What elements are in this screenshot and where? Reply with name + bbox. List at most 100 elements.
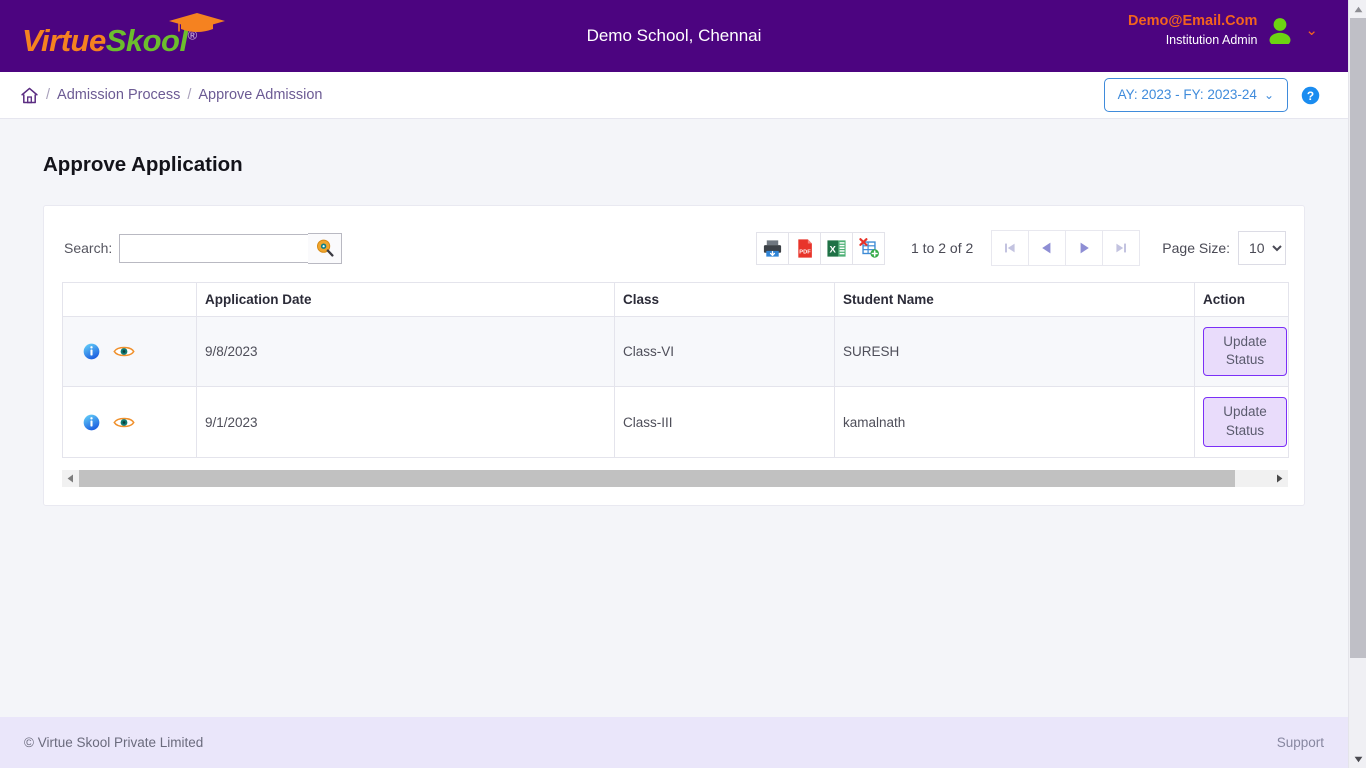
cell-application-date: 9/8/2023	[196, 315, 615, 388]
update-status-button[interactable]: Update Status	[1203, 397, 1287, 447]
previous-page-button[interactable]	[1028, 230, 1067, 266]
previous-page-icon	[1042, 242, 1051, 254]
next-page-icon	[1080, 242, 1090, 254]
logo-text-virtue: Virtue	[22, 23, 106, 58]
table-row: 9/1/2023 Class-III kamalnath Update Stat…	[62, 386, 1289, 458]
table-header-row: Application Date Class Student Name Acti…	[62, 282, 1289, 317]
export-excel-button[interactable]: X	[820, 231, 853, 265]
breadcrumb-item-admission-process[interactable]: Admission Process	[57, 87, 180, 103]
copyright-text: © Virtue Skool Private Limited	[24, 735, 204, 750]
scroll-down-button[interactable]	[1349, 750, 1366, 768]
cell-action: Update Status	[1194, 386, 1289, 458]
column-header-action[interactable]: Action	[1194, 282, 1289, 317]
support-link[interactable]: Support	[1277, 735, 1324, 750]
user-avatar-icon	[1269, 18, 1291, 45]
main-content: Approve Application Search: PDF X 1 to 2…	[0, 119, 1348, 717]
chevron-down-icon[interactable]: ⌄	[1305, 23, 1318, 38]
first-page-button[interactable]	[991, 230, 1030, 266]
printer-icon	[763, 239, 782, 257]
column-header-icons[interactable]	[62, 282, 197, 317]
grid-toolbar-right: PDF X 1 to 2 of 2 Page Size: 10	[756, 230, 1286, 266]
svg-text:?: ?	[1307, 88, 1314, 102]
search-magnifier-icon	[316, 239, 334, 257]
export-pdf-button[interactable]: PDF	[788, 231, 821, 265]
cell-class: Class-VI	[614, 315, 835, 388]
app-page: VirtueSkool® Demo School, Chennai Demo@E…	[0, 0, 1348, 768]
svg-text:X: X	[830, 244, 837, 255]
horizontal-scroll-track[interactable]	[79, 469, 1271, 487]
breadcrumb-actions: AY: 2023 - FY: 2023-24 ⌄ ?	[1103, 78, 1320, 112]
info-icon[interactable]	[83, 343, 100, 360]
browser-vertical-scrollbar[interactable]	[1348, 0, 1366, 768]
scroll-right-button[interactable]	[1271, 469, 1288, 487]
app-header: VirtueSkool® Demo School, Chennai Demo@E…	[0, 0, 1348, 72]
xml-add-icon	[858, 238, 879, 258]
update-status-button[interactable]: Update Status	[1203, 327, 1287, 377]
breadcrumb-bar: / Admission Process / Approve Admission …	[0, 72, 1348, 119]
user-email: Demo@Email.Com	[1128, 13, 1258, 29]
pagination	[991, 230, 1141, 266]
row-icons	[71, 414, 188, 431]
first-page-icon	[1005, 243, 1015, 253]
column-header-application-date[interactable]: Application Date	[196, 282, 615, 317]
search-group: Search:	[64, 232, 343, 264]
graduation-cap-icon	[169, 13, 225, 32]
app-footer: © Virtue Skool Private Limited Support	[0, 717, 1348, 768]
svg-text:PDF: PDF	[799, 249, 811, 255]
search-input[interactable]	[119, 233, 310, 263]
eye-view-icon[interactable]	[113, 415, 135, 430]
table-horizontal-scrollbar[interactable]	[62, 469, 1288, 487]
breadcrumb-separator-1: /	[46, 87, 51, 103]
info-icon[interactable]	[83, 414, 100, 431]
search-button[interactable]	[308, 232, 343, 264]
breadcrumb-separator-2: /	[187, 87, 192, 103]
excel-icon: X	[827, 239, 846, 257]
scroll-up-icon	[1354, 6, 1362, 12]
cell-action: Update Status	[1194, 315, 1289, 388]
record-count: 1 to 2 of 2	[911, 240, 974, 256]
academic-year-label: AY: 2023 - FY: 2023-24	[1117, 87, 1257, 102]
row-icons	[71, 343, 188, 360]
print-button[interactable]	[756, 231, 789, 265]
next-page-button[interactable]	[1065, 230, 1104, 266]
app-logo[interactable]: VirtueSkool®	[22, 10, 262, 62]
grid-toolbar: Search: PDF X 1 to 2 of 2 Page Size: 10	[62, 228, 1286, 268]
cell-student-name: SURESH	[834, 315, 1195, 388]
cell-application-date: 9/1/2023	[196, 386, 615, 458]
export-xml-button[interactable]	[852, 231, 885, 265]
search-label: Search:	[64, 240, 113, 256]
row-icons-cell	[62, 315, 197, 388]
column-header-class[interactable]: Class	[614, 282, 835, 317]
pdf-icon: PDF	[797, 238, 812, 258]
horizontal-scroll-thumb[interactable]	[79, 469, 1236, 487]
scroll-down-icon	[1354, 756, 1362, 762]
academic-year-selector[interactable]: AY: 2023 - FY: 2023-24 ⌄	[1103, 78, 1288, 112]
browser-viewport: VirtueSkool® Demo School, Chennai Demo@E…	[0, 0, 1366, 768]
last-page-button[interactable]	[1102, 230, 1141, 266]
help-circle-icon[interactable]: ?	[1301, 86, 1320, 105]
user-info: Demo@Email.Com Institution Admin	[1128, 12, 1257, 48]
vertical-scroll-thumb[interactable]	[1350, 18, 1366, 658]
eye-view-icon[interactable]	[113, 344, 135, 359]
scroll-right-icon	[1277, 474, 1283, 483]
export-buttons: PDF X	[756, 231, 885, 265]
scroll-up-button[interactable]	[1349, 0, 1366, 18]
user-menu[interactable]: Demo@Email.Com Institution Admin ⌄	[1128, 12, 1318, 48]
scroll-left-button[interactable]	[62, 469, 79, 487]
scroll-left-icon	[67, 474, 73, 483]
cell-class: Class-III	[614, 386, 835, 458]
approve-application-card: Search: PDF X 1 to 2 of 2 Page Size: 10 …	[43, 205, 1305, 506]
row-icons-cell	[62, 386, 197, 458]
approve-application-table: Application Date Class Student Name Acti…	[62, 282, 1289, 458]
last-page-icon	[1116, 243, 1127, 253]
breadcrumb-item-approve-admission[interactable]: Approve Admission	[198, 87, 322, 103]
page-size-label: Page Size:	[1162, 240, 1230, 256]
home-icon[interactable]	[20, 86, 39, 105]
cell-student-name: kamalnath	[834, 386, 1195, 458]
page-title: Approve Application	[43, 153, 243, 176]
column-header-student-name[interactable]: Student Name	[834, 282, 1195, 317]
table-row: 9/8/2023 Class-VI SURESH Update Status	[62, 315, 1289, 388]
user-role: Institution Admin	[1165, 32, 1258, 47]
page-size-select[interactable]: 10	[1238, 231, 1286, 265]
breadcrumb: / Admission Process / Approve Admission	[20, 86, 322, 105]
